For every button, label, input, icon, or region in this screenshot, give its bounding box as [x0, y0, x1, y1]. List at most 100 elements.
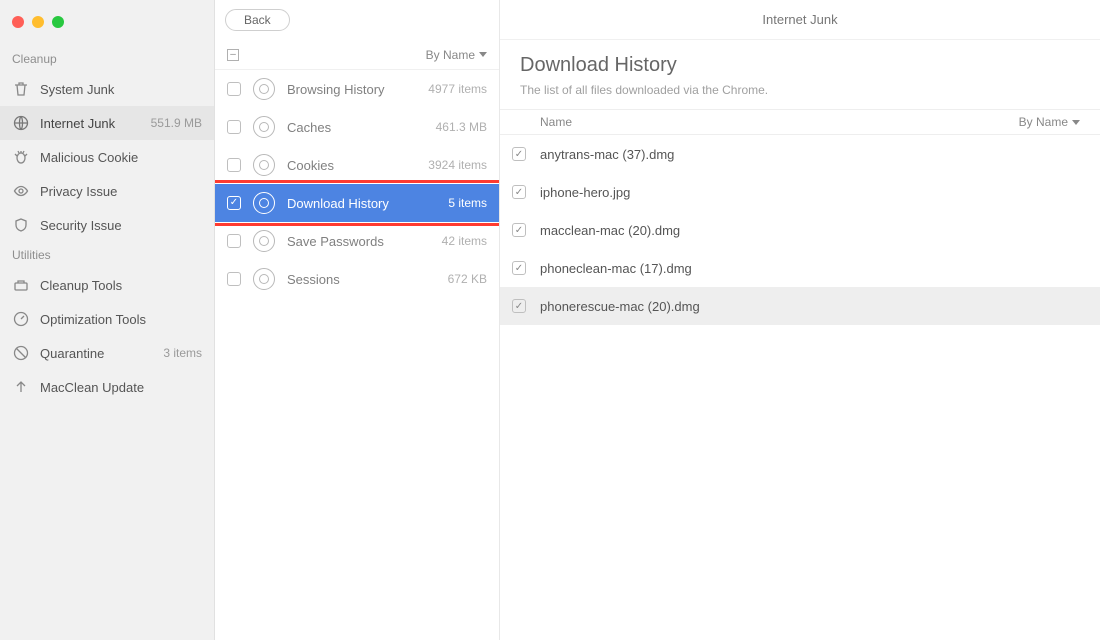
sidebar-item-system-junk[interactable]: System Junk: [0, 72, 214, 106]
sort-label-text: By Name: [1019, 115, 1068, 129]
category-row-browsing-history[interactable]: Browsing History 4977 items: [215, 70, 499, 108]
category-label: Caches: [287, 120, 424, 135]
sort-label-text: By Name: [426, 48, 475, 62]
checkbox[interactable]: [227, 82, 241, 96]
window-controls: [0, 10, 214, 46]
sidebar-label: Cleanup Tools: [40, 278, 202, 293]
file-sort-button[interactable]: By Name: [1019, 115, 1080, 129]
file-row[interactable]: macclean-mac (20).dmg: [500, 211, 1100, 249]
detail-title-block: Download History The list of all files d…: [500, 40, 1100, 109]
checkbox-checked[interactable]: [512, 299, 526, 313]
category-meta: 4977 items: [428, 82, 487, 96]
category-pane: Back – By Name Browsing History 4977 ite…: [215, 0, 500, 640]
window-title: Internet Junk: [500, 0, 1100, 40]
file-name: anytrans-mac (37).dmg: [540, 147, 674, 162]
sidebar-label: System Junk: [40, 82, 192, 97]
sidebar-item-cleanup-tools[interactable]: Cleanup Tools: [0, 268, 214, 302]
checkbox[interactable]: [227, 234, 241, 248]
checkbox-checked[interactable]: [512, 223, 526, 237]
category-label: Sessions: [287, 272, 436, 287]
col-name: Name: [512, 115, 1019, 129]
category-meta: 3924 items: [428, 158, 487, 172]
file-row[interactable]: anytrans-mac (37).dmg: [500, 135, 1100, 173]
eye-icon: [12, 183, 30, 199]
category-list: Browsing History 4977 items Caches 461.3…: [215, 70, 499, 640]
chrome-icon: [253, 154, 275, 176]
update-icon: [12, 379, 30, 395]
category-label: Cookies: [287, 158, 416, 173]
gauge-icon: [12, 311, 30, 327]
category-meta: 461.3 MB: [436, 120, 487, 134]
category-meta: 42 items: [442, 234, 487, 248]
caret-down-icon: [1072, 120, 1080, 125]
close-window-button[interactable]: [12, 16, 24, 28]
shield-icon: [12, 217, 30, 233]
sidebar-item-optimization-tools[interactable]: Optimization Tools: [0, 302, 214, 336]
bug-icon: [12, 149, 30, 165]
category-sort-row: – By Name: [215, 40, 499, 70]
category-row-download-history[interactable]: Download History 5 items: [215, 184, 499, 222]
trash-icon: [12, 81, 30, 97]
category-header: Back: [215, 0, 499, 40]
detail-subtitle: The list of all files downloaded via the…: [520, 83, 1080, 97]
sidebar-item-privacy-issue[interactable]: Privacy Issue: [0, 174, 214, 208]
caret-down-icon: [479, 52, 487, 57]
sidebar-section-cleanup: Cleanup: [0, 46, 214, 72]
category-row-cookies[interactable]: Cookies 3924 items: [215, 146, 499, 184]
sidebar-label: Privacy Issue: [40, 184, 202, 199]
category-row-sessions[interactable]: Sessions 672 KB: [215, 260, 499, 298]
sidebar-section-utilities: Utilities: [0, 242, 214, 268]
file-table-header: Name By Name: [500, 109, 1100, 135]
sidebar-item-malicious-cookie[interactable]: Malicious Cookie: [0, 140, 214, 174]
globe-icon: [12, 115, 30, 131]
file-name: iphone-hero.jpg: [540, 185, 630, 200]
category-row-caches[interactable]: Caches 461.3 MB: [215, 108, 499, 146]
collapse-toggle[interactable]: –: [227, 49, 239, 61]
app-window: Cleanup System Junk Internet Junk 551.9 …: [0, 0, 1100, 640]
sidebar-item-macclean-update[interactable]: MacClean Update: [0, 370, 214, 404]
checkbox[interactable]: [227, 272, 241, 286]
chrome-icon: [253, 116, 275, 138]
back-button[interactable]: Back: [225, 9, 290, 31]
sidebar-label: MacClean Update: [40, 380, 202, 395]
detail-pane: Internet Junk Download History The list …: [500, 0, 1100, 640]
checkbox-checked[interactable]: [512, 185, 526, 199]
detail-title: Download History: [520, 54, 1080, 77]
file-row[interactable]: phoneclean-mac (17).dmg: [500, 249, 1100, 287]
checkbox[interactable]: [227, 120, 241, 134]
category-label: Save Passwords: [287, 234, 430, 249]
checkbox-checked[interactable]: [227, 196, 241, 210]
checkbox[interactable]: [227, 158, 241, 172]
category-meta: 5 items: [448, 196, 487, 210]
sidebar-item-quarantine[interactable]: Quarantine 3 items: [0, 336, 214, 370]
category-label: Browsing History: [287, 82, 416, 97]
chrome-icon: [253, 268, 275, 290]
toolbox-icon: [12, 277, 30, 293]
file-row[interactable]: iphone-hero.jpg: [500, 173, 1100, 211]
checkbox-checked[interactable]: [512, 261, 526, 275]
file-name: phonerescue-mac (20).dmg: [540, 299, 700, 314]
zoom-window-button[interactable]: [52, 16, 64, 28]
sidebar-label: Internet Junk: [40, 116, 141, 131]
sidebar-item-internet-junk[interactable]: Internet Junk 551.9 MB: [0, 106, 214, 140]
chrome-icon: [253, 230, 275, 252]
category-label: Download History: [287, 196, 436, 211]
sidebar-label: Security Issue: [40, 218, 202, 233]
category-sort-button[interactable]: By Name: [426, 48, 487, 62]
sidebar-item-security-issue[interactable]: Security Issue: [0, 208, 214, 242]
sidebar-meta: 551.9 MB: [151, 116, 202, 130]
sidebar-label: Quarantine: [40, 346, 153, 361]
minimize-window-button[interactable]: [32, 16, 44, 28]
sidebar-label: Optimization Tools: [40, 312, 202, 327]
chrome-icon: [253, 192, 275, 214]
sidebar-label: Malicious Cookie: [40, 150, 202, 165]
sidebar: Cleanup System Junk Internet Junk 551.9 …: [0, 0, 215, 640]
category-row-save-passwords[interactable]: Save Passwords 42 items: [215, 222, 499, 260]
checkbox-checked[interactable]: [512, 147, 526, 161]
quarantine-icon: [12, 345, 30, 361]
file-list: anytrans-mac (37).dmg iphone-hero.jpg ma…: [500, 135, 1100, 640]
file-name: macclean-mac (20).dmg: [540, 223, 680, 238]
file-row[interactable]: phonerescue-mac (20).dmg: [500, 287, 1100, 325]
file-name: phoneclean-mac (17).dmg: [540, 261, 692, 276]
category-meta: 672 KB: [448, 272, 487, 286]
